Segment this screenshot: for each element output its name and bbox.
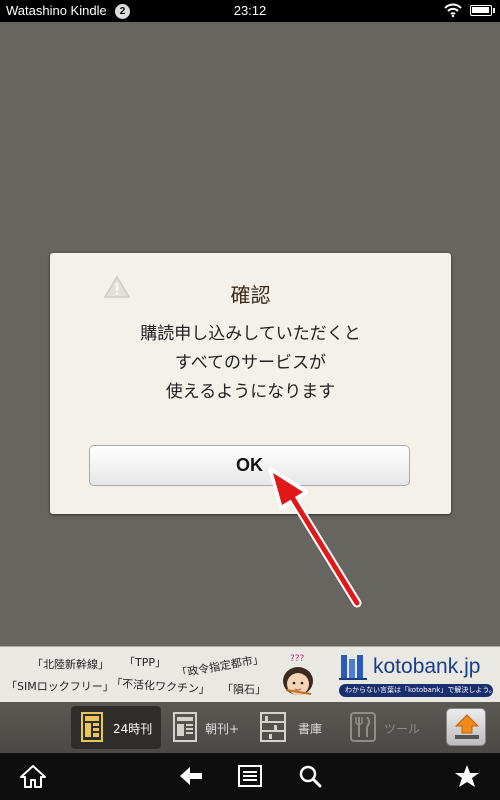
tab-library[interactable]: 書庫: [250, 706, 340, 749]
fork-knife-icon: [350, 712, 376, 742]
mascot-text: ???: [290, 654, 305, 664]
bookshelf-icon: [260, 712, 286, 742]
tab-label: 朝刊+: [205, 722, 240, 736]
tab-morning-edition[interactable]: 朝刊+: [163, 706, 253, 749]
book-stack-icon: [339, 655, 367, 680]
ad-banner[interactable]: 「北陸新幹線」 「TPP」 「政令指定都市」 「SIMロックフリー」 「不活化ワ…: [0, 646, 500, 702]
star-icon[interactable]: [454, 764, 480, 788]
app-toolbar: 24時刊 朝刊+ 書庫 ツール: [0, 702, 500, 753]
ad-tag: 「政令指定都市」: [175, 652, 265, 681]
document-icon: [173, 712, 197, 742]
back-icon[interactable]: [178, 764, 204, 788]
menu-icon[interactable]: [237, 764, 263, 788]
tab-label: 24時刊: [113, 722, 153, 736]
ad-tag: 「SIMロックフリー」: [6, 680, 114, 693]
tab-label: 書庫: [298, 722, 323, 736]
tab-24hour[interactable]: 24時刊: [71, 706, 161, 749]
up-arrow-icon: [454, 714, 480, 739]
tab-label: ツール: [384, 722, 421, 736]
ad-tag: 「北陸新幹線」: [32, 658, 109, 671]
ad-tag: 「隕石」: [222, 683, 266, 696]
system-nav-bar: [0, 753, 500, 800]
upload-button[interactable]: [446, 708, 486, 746]
logo-subtext: わからない言葉は「kotobank」で解決しよう。: [339, 684, 493, 697]
ad-tag: 「TPP」: [124, 656, 166, 669]
tab-tools[interactable]: ツール: [340, 706, 435, 749]
newspaper-icon: [81, 712, 103, 742]
logo-text: kotobank.jp: [373, 655, 481, 678]
search-icon[interactable]: [298, 764, 324, 788]
kotobank-logo[interactable]: kotobank.jp わからない言葉は「kotobank」で解決しよう。: [337, 651, 497, 699]
mascot-icon: ???: [283, 654, 313, 695]
home-icon[interactable]: [20, 764, 46, 788]
